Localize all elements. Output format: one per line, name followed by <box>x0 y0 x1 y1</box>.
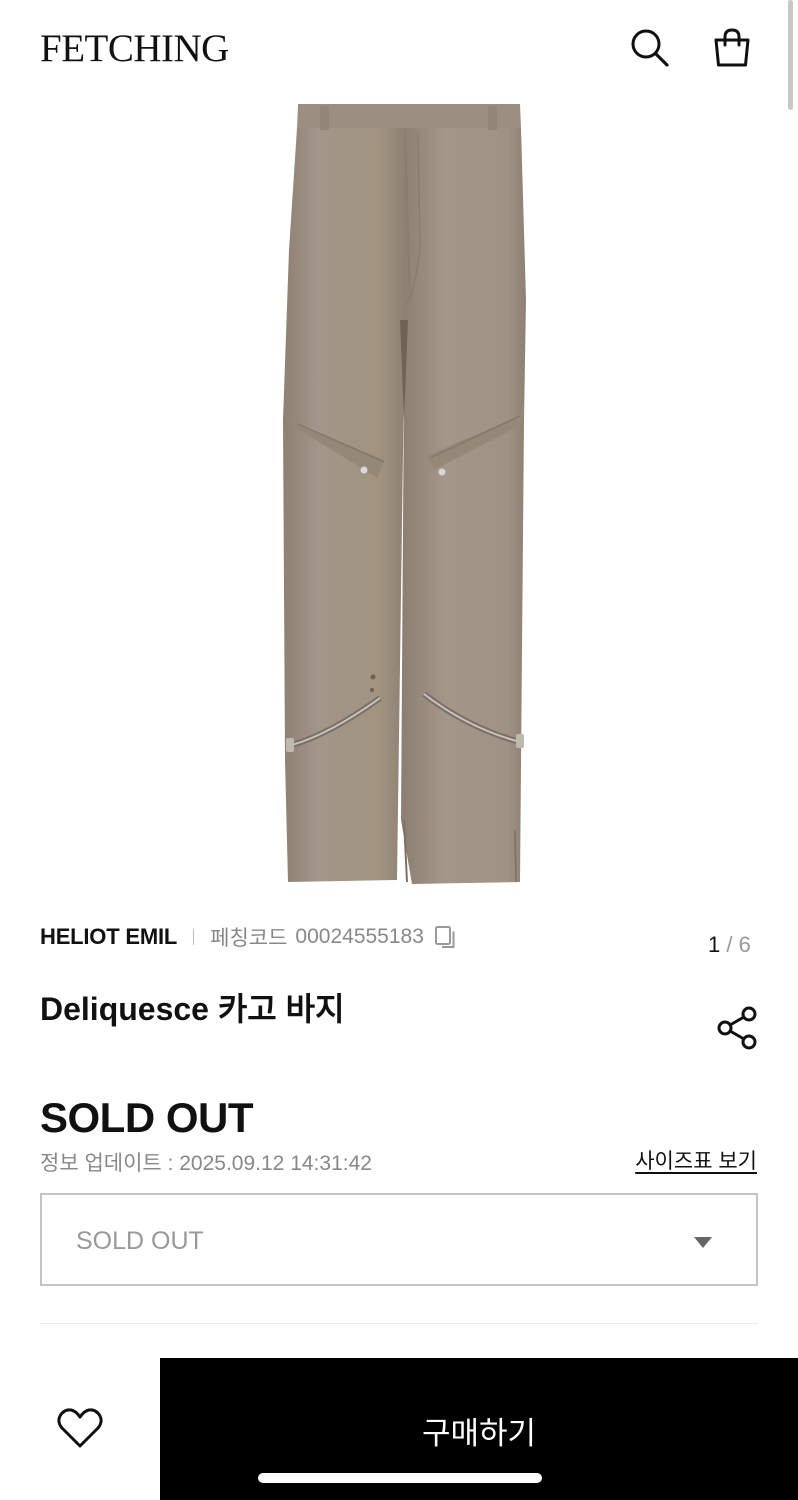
copy-icon[interactable] <box>434 925 458 949</box>
fetching-code: 00024555183 <box>295 925 424 948</box>
brand-name[interactable]: HELIOT EMIL <box>40 924 177 950</box>
size-chart-link[interactable]: 사이즈표 보기 <box>635 1145 757 1175</box>
product-image[interactable] <box>0 96 798 896</box>
product-title: Deliquesce 카고 바지 <box>40 991 345 1027</box>
search-icon <box>631 29 669 67</box>
share-icon <box>717 1006 757 1050</box>
heart-icon <box>57 1408 103 1448</box>
option-select[interactable]: SOLD OUT <box>40 1193 758 1286</box>
shopping-bag-icon <box>714 28 750 67</box>
fetching-code-label: 페칭코드 <box>210 927 288 950</box>
wishlist-button[interactable] <box>56 1406 104 1450</box>
product-meta-row: HELIOT EMIL 페칭코드 00024555183 <box>40 922 458 952</box>
cart-button[interactable] <box>709 24 755 70</box>
buy-button-label: 구매하기 <box>421 1416 537 1451</box>
share-button[interactable] <box>714 1004 760 1050</box>
section-divider <box>40 1323 758 1324</box>
option-select-value: SOLD OUT <box>76 1227 204 1255</box>
image-counter-current: 1 <box>708 932 721 957</box>
fetching-logo[interactable]: FETCHING <box>40 26 229 71</box>
caret-down-icon <box>694 1237 712 1248</box>
image-counter-total: 6 <box>738 932 751 957</box>
search-button[interactable] <box>626 24 672 70</box>
image-counter: 1 / 6 <box>708 932 751 958</box>
image-counter-separator: / <box>720 932 739 957</box>
top-header: FETCHING <box>0 0 798 96</box>
product-image-gallery[interactable]: 1 / 6 <box>0 96 798 957</box>
home-indicator[interactable] <box>258 1473 542 1483</box>
sold-out-status: SOLD OUT <box>40 1094 254 1141</box>
meta-divider <box>193 929 195 945</box>
info-update-time: 정보 업데이트 : 2025.09.12 14:31:42 <box>40 1152 372 1175</box>
